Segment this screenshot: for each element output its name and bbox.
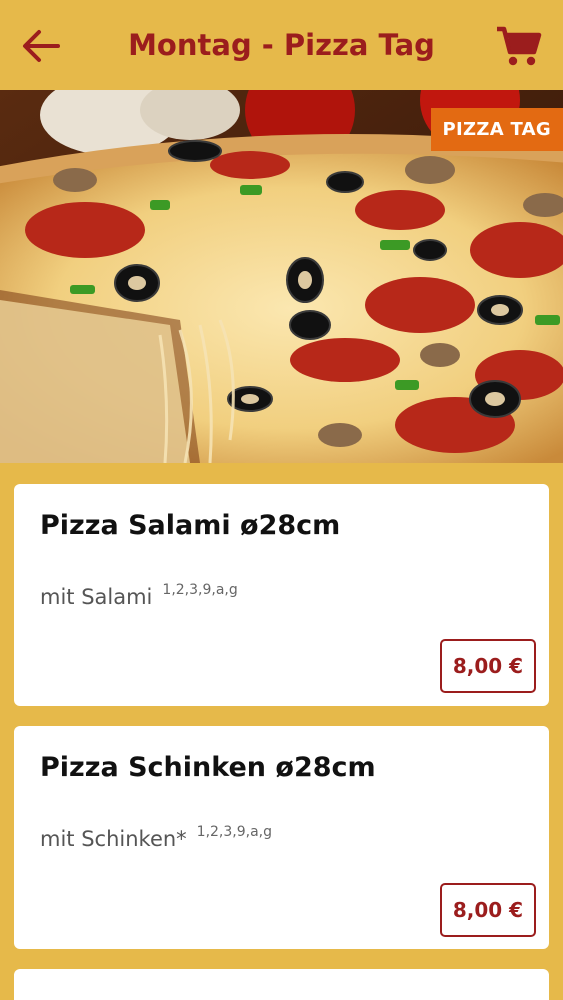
page-title: Montag - Pizza Tag bbox=[128, 28, 435, 62]
price-button[interactable]: 8,00 € bbox=[440, 883, 536, 937]
product-card[interactable]: Pizza Salami ø28cm mit Salami 1,2,3,9,a,g… bbox=[14, 484, 549, 706]
product-card[interactable] bbox=[14, 969, 549, 1000]
product-name: Pizza Salami ø28cm bbox=[40, 510, 341, 541]
product-description: mit Schinken* 1,2,3,9,a,g bbox=[40, 824, 272, 851]
product-allergens: 1,2,3,9,a,g bbox=[162, 582, 238, 598]
product-card[interactable]: Pizza Schinken ø28cm mit Schinken* 1,2,3,… bbox=[14, 726, 549, 949]
price-button[interactable]: 8,00 € bbox=[440, 639, 536, 693]
shopping-cart-icon bbox=[497, 26, 542, 66]
pizza-tag-badge: PIZZA TAG bbox=[430, 108, 563, 151]
hero-image: PIZZA TAG bbox=[0, 90, 563, 463]
top-bar: Montag - Pizza Tag bbox=[0, 0, 563, 90]
cart-button[interactable] bbox=[494, 24, 542, 68]
product-description-text: mit Salami bbox=[40, 585, 153, 609]
arrow-left-icon bbox=[23, 30, 60, 62]
back-button[interactable] bbox=[20, 26, 64, 66]
product-description: mit Salami 1,2,3,9,a,g bbox=[40, 582, 238, 609]
product-description-text: mit Schinken* bbox=[40, 827, 187, 851]
product-name: Pizza Schinken ø28cm bbox=[40, 752, 376, 783]
product-allergens: 1,2,3,9,a,g bbox=[196, 824, 273, 840]
